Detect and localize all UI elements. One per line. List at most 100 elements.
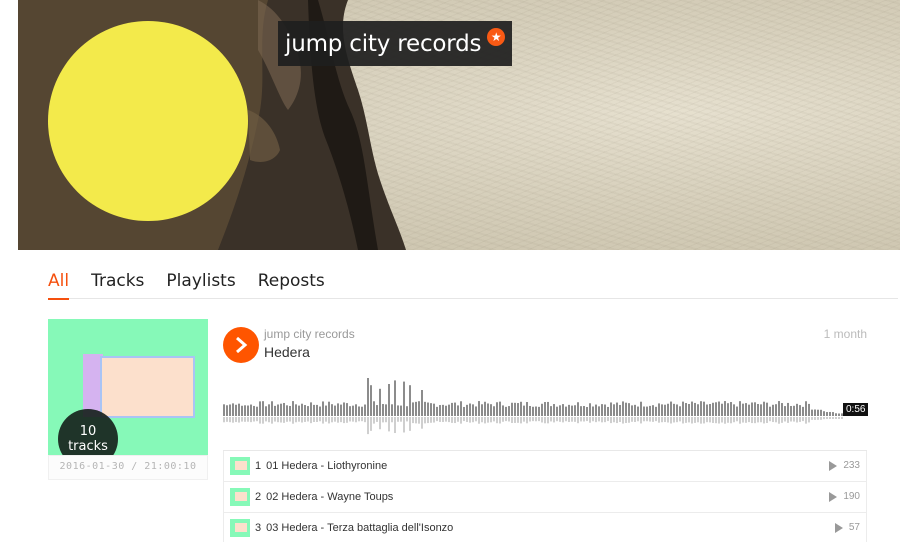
waveform-reflection <box>499 417 501 424</box>
plays-icon <box>829 460 838 471</box>
waveform-reflection <box>745 417 747 423</box>
waveform-bar <box>805 401 807 416</box>
waveform-bar <box>415 401 417 416</box>
waveform-reflection <box>787 417 789 423</box>
waveform-reflection <box>691 417 693 424</box>
waveform-reflection <box>436 417 438 422</box>
waveform-bar <box>418 401 420 416</box>
waveform-reflection <box>223 417 225 423</box>
waveform-reflection <box>268 417 270 423</box>
waveform-bar <box>301 403 303 416</box>
waveform-bar <box>322 401 324 416</box>
waveform-bar <box>475 406 477 416</box>
waveform-bar <box>544 402 546 416</box>
waveform-bar <box>655 406 657 416</box>
waveform-reflection <box>319 417 321 422</box>
track-number: 3 <box>255 522 262 534</box>
waveform-bar <box>364 404 366 416</box>
waveform-bar <box>427 402 429 416</box>
waveform-bar <box>529 405 531 416</box>
waveform-bar <box>481 404 483 416</box>
waveform-bar <box>232 403 234 416</box>
tab-playlists[interactable]: Playlists <box>166 268 235 299</box>
waveform-bar <box>571 405 573 416</box>
waveform-reflection <box>271 417 273 424</box>
waveform-reflection <box>247 417 249 422</box>
waveform-reflection <box>619 417 621 422</box>
waveform-reflection <box>775 417 777 423</box>
playlist-title[interactable]: Hedera <box>264 344 310 360</box>
waveform-reflection <box>700 417 702 424</box>
track-plays: 190 <box>829 491 860 502</box>
waveform-bar <box>268 404 270 416</box>
waveform-bar <box>430 403 432 416</box>
tab-reposts[interactable]: Reposts <box>258 268 325 299</box>
track-row[interactable]: 1 01 Hedera - Liothyronine 233 <box>223 451 867 482</box>
waveform-bar <box>394 380 396 416</box>
waveform-bar <box>793 405 795 416</box>
waveform-bar <box>643 406 645 416</box>
waveform-reflection <box>643 417 645 422</box>
waveform-reflection <box>277 417 279 423</box>
waveform-bar <box>796 403 798 416</box>
waveform-bar <box>652 405 654 416</box>
waveform-reflection <box>826 417 828 419</box>
waveform-bar <box>259 401 261 416</box>
waveform[interactable] <box>223 372 867 438</box>
waveform-reflection <box>547 417 549 424</box>
waveform-bar <box>577 402 579 416</box>
waveform-bar <box>328 401 330 416</box>
waveform-reflection <box>310 417 312 424</box>
waveform-reflection <box>709 417 711 423</box>
playlist-artwork[interactable]: 10 tracks <box>48 319 208 469</box>
tab-all[interactable]: All <box>48 268 70 300</box>
waveform-reflection <box>652 417 654 422</box>
track-title[interactable]: 02 Hedera - Wayne Toups <box>266 491 393 503</box>
waveform-bar <box>562 404 564 416</box>
waveform-reflection <box>481 417 483 423</box>
waveform-bar <box>754 402 756 416</box>
track-title[interactable]: 03 Hedera - Terza battaglia dell'Isonzo <box>266 522 453 534</box>
waveform-bar <box>376 405 378 416</box>
waveform-reflection <box>670 417 672 424</box>
waveform-reflection <box>322 417 324 424</box>
waveform-reflection <box>610 417 612 424</box>
waveform-reflection <box>763 417 765 424</box>
waveform-reflection <box>796 417 798 423</box>
play-button[interactable] <box>223 327 259 363</box>
waveform-bar <box>622 401 624 416</box>
waveform-bar <box>775 404 777 416</box>
track-row[interactable]: 3 03 Hedera - Terza battaglia dell'Isonz… <box>223 513 867 542</box>
waveform-bar <box>379 388 381 416</box>
waveform-bar <box>808 403 810 416</box>
waveform-reflection <box>841 417 843 419</box>
waveform-bar <box>559 405 561 416</box>
avatar[interactable] <box>48 21 248 221</box>
waveform-reflection <box>406 417 408 422</box>
waveform-reflection <box>814 417 816 420</box>
track-row[interactable]: 2 02 Hedera - Wayne Toups 190 <box>223 482 867 513</box>
playlist-uploader[interactable]: jump city records <box>264 327 355 341</box>
waveform-reflection <box>340 417 342 423</box>
waveform-reflection <box>433 417 435 423</box>
waveform-reflection <box>250 417 252 423</box>
waveform-reflection <box>394 417 396 434</box>
waveform-reflection <box>505 417 507 422</box>
waveform-bar <box>538 406 540 416</box>
waveform-reflection <box>391 417 393 423</box>
track-artwork-thumb <box>230 488 250 506</box>
track-title[interactable]: 01 Hedera - Liothyronine <box>266 460 387 472</box>
waveform-bar <box>811 409 813 416</box>
waveform-reflection <box>799 417 801 422</box>
waveform-reflection <box>313 417 315 422</box>
username[interactable]: jump city records <box>285 31 482 57</box>
waveform-reflection <box>226 417 228 422</box>
waveform-bar <box>223 404 225 416</box>
waveform-bar <box>730 402 732 416</box>
waveform-reflection <box>403 417 405 433</box>
tab-tracks[interactable]: Tracks <box>91 268 144 299</box>
waveform-reflection <box>388 417 390 432</box>
waveform-bar <box>355 404 357 416</box>
waveform-reflection <box>523 417 525 422</box>
waveform-reflection <box>733 417 735 423</box>
